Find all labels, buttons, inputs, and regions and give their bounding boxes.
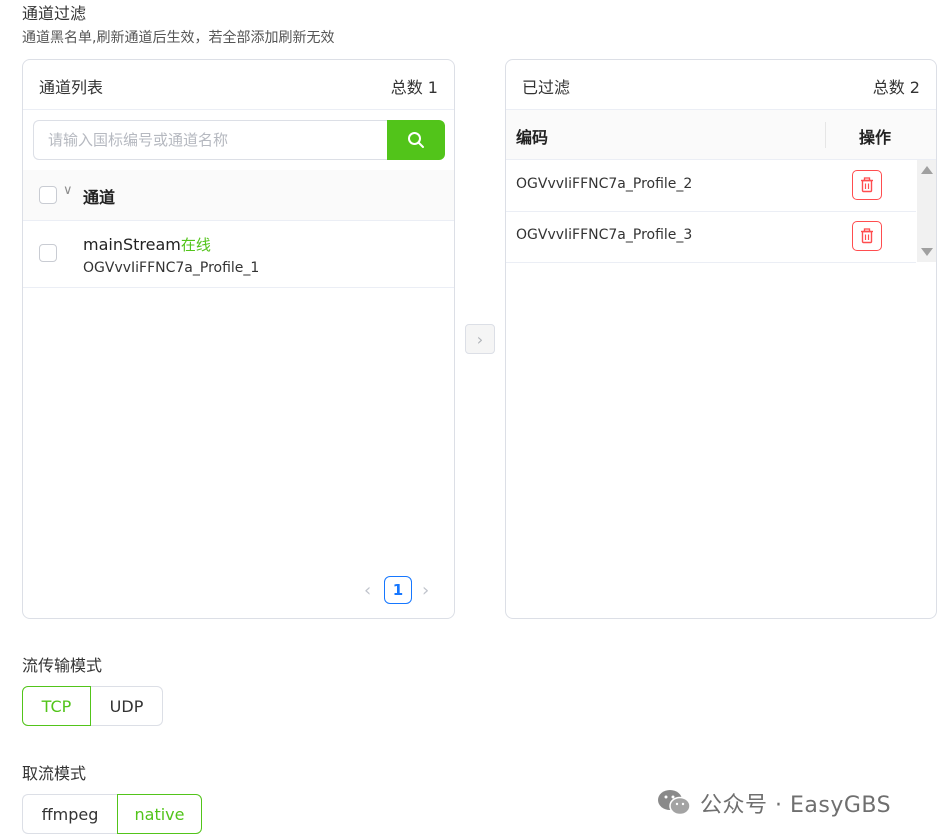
page-number-button[interactable]: 1: [384, 576, 412, 604]
channel-list-count: 总数 1: [390, 78, 438, 97]
scroll-up-arrow-icon[interactable]: [921, 166, 933, 174]
table-row: OGVvvIiFFNC7a_Profile_3: [506, 211, 916, 263]
pull-mode-label: 取流模式: [22, 764, 87, 783]
channel-name-text: mainStream: [83, 235, 181, 254]
section-title: 通道过滤: [22, 4, 87, 23]
chevron-right-icon: ›: [476, 329, 484, 349]
channel-list-panel: 通道列表 总数 1 ∨ 通道 mainStream在线 OGVvvIiFFNC7…: [22, 59, 455, 619]
chevron-right-icon[interactable]: ›: [422, 580, 429, 601]
channel-list-title: 通道列表: [39, 78, 104, 97]
status-badge: 在线: [180, 236, 211, 254]
watermark-text: 公众号 · EasyGBS: [700, 793, 892, 818]
stream-transport-selector: TCP UDP: [22, 686, 163, 726]
column-divider: [825, 122, 826, 148]
filtered-title: 已过滤: [522, 78, 571, 97]
search-button[interactable]: [387, 120, 445, 160]
ffmpeg-option[interactable]: ffmpeg: [22, 794, 117, 834]
watermark: 公众号 · EasyGBS: [656, 786, 891, 820]
code-column-header: 编码: [516, 128, 549, 147]
udp-option[interactable]: UDP: [91, 686, 163, 726]
select-all-checkbox[interactable]: [39, 186, 57, 204]
row-code: OGVvvIiFFNC7a_Profile_3: [516, 227, 693, 243]
chevron-left-icon[interactable]: ‹: [364, 580, 371, 601]
table-row: OGVvvIiFFNC7a_Profile_2: [506, 160, 916, 212]
wechat-icon: [658, 790, 691, 816]
action-column-header: 操作: [859, 128, 892, 147]
list-item[interactable]: mainStream在线 OGVvvIiFFNC7a_Profile_1: [23, 220, 454, 288]
row-code: OGVvvIiFFNC7a_Profile_2: [516, 176, 693, 192]
channel-list-header: 通道列表 总数 1: [23, 60, 454, 110]
scroll-down-arrow-icon[interactable]: [921, 248, 933, 256]
item-checkbox[interactable]: [39, 244, 57, 262]
channel-search-input[interactable]: [33, 120, 388, 160]
filtered-header: 已过滤 总数 2: [506, 60, 936, 110]
channel-list-column-header: ∨ 通道: [23, 170, 454, 221]
pull-mode-selector: ffmpeg native: [22, 794, 202, 834]
delete-button[interactable]: [852, 221, 882, 251]
filtered-table-header: 编码 操作: [506, 110, 936, 160]
search-icon: [408, 132, 424, 148]
channel-search: [33, 120, 445, 160]
scrollbar[interactable]: [917, 160, 936, 262]
filtered-count: 总数 2: [872, 78, 920, 97]
native-option[interactable]: native: [117, 794, 202, 834]
delete-button[interactable]: [852, 170, 882, 200]
stream-transport-label: 流传输模式: [22, 656, 103, 675]
section-description: 通道黑名单,刷新通道后生效，若全部添加刷新无效: [22, 30, 335, 46]
filtered-panel: 已过滤 总数 2 编码 操作 OGVvvIiFFNC7a_Profile_2 O…: [505, 59, 937, 619]
chevron-down-icon[interactable]: ∨: [63, 183, 73, 198]
channel-code: OGVvvIiFFNC7a_Profile_1: [83, 260, 260, 276]
channel-name: mainStream在线: [83, 234, 211, 255]
trash-icon: [861, 228, 873, 244]
channel-column-label: 通道: [83, 188, 116, 207]
pagination: ‹ 1 ›: [364, 576, 444, 606]
tcp-option[interactable]: TCP: [22, 686, 91, 726]
trash-icon: [861, 177, 873, 193]
transfer-right-button[interactable]: ›: [465, 324, 495, 354]
